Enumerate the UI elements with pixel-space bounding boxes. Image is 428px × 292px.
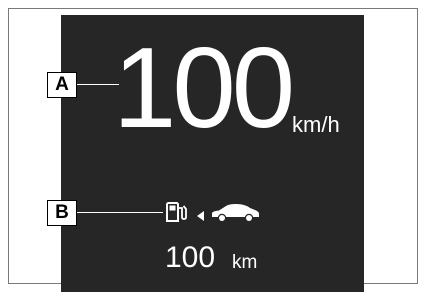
callout-b: B (47, 200, 77, 226)
callout-a-leader (77, 84, 119, 85)
speed-unit: km/h (292, 112, 340, 137)
arrow-left-icon (197, 208, 205, 226)
callout-a: A (47, 72, 77, 98)
callout-b-leader (77, 212, 163, 213)
car-icon (209, 202, 261, 229)
range-value: 100 (165, 241, 216, 274)
range-unit: km (232, 252, 258, 273)
speed-value: 100 (113, 25, 295, 152)
fuel-pump-icon (165, 201, 189, 228)
range-indicator (165, 199, 275, 227)
